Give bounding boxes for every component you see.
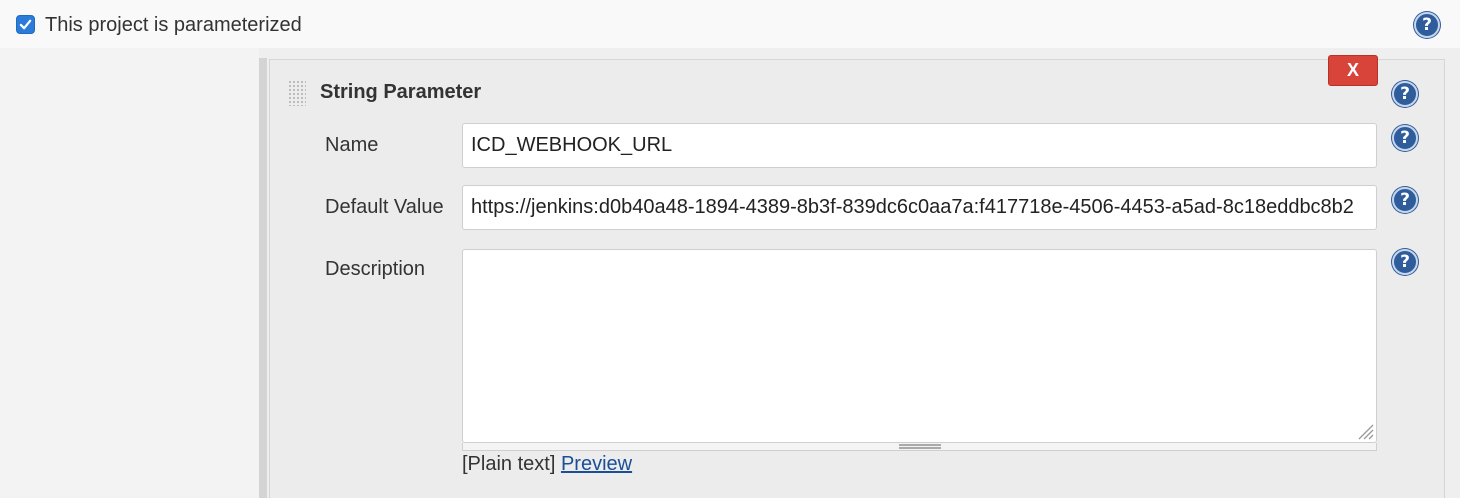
delete-parameter-button[interactable]: X [1328,55,1378,86]
textarea-resize-bar[interactable] [462,443,1377,451]
parameter-type-title: String Parameter [320,81,482,103]
default-value-input[interactable]: https://jenkins:d0b40a48-1894-4389-8b3f-… [462,185,1377,230]
drag-handle-icon[interactable] [288,80,306,106]
parameterized-label[interactable]: This project is parameterized [45,13,302,37]
help-icon[interactable]: ? [1392,125,1418,151]
description-textarea[interactable] [462,249,1377,443]
section-gutter [259,58,267,498]
help-icon[interactable]: ? [1392,249,1418,275]
check-icon [19,19,32,30]
format-row: [Plain text] Preview [462,452,632,476]
format-current: [Plain text] [462,453,556,475]
default-value-input-value: https://jenkins:d0b40a48-1894-4389-8b3f-… [471,196,1354,218]
name-input[interactable]: ICD_WEBHOOK_URL [462,123,1377,168]
name-label: Name [325,134,379,156]
name-input-value: ICD_WEBHOOK_URL [471,134,673,156]
description-label: Description [325,258,426,280]
grip-lines-icon [899,444,941,449]
parameterized-checkbox[interactable] [16,15,35,34]
left-indent [0,48,259,498]
help-icon[interactable]: ? [1414,12,1440,38]
preview-link[interactable]: Preview [561,453,632,475]
default-value-label: Default Value [325,196,444,218]
resize-grip-icon[interactable] [1354,420,1374,440]
help-icon[interactable]: ? [1392,81,1418,107]
help-icon[interactable]: ? [1392,187,1418,213]
